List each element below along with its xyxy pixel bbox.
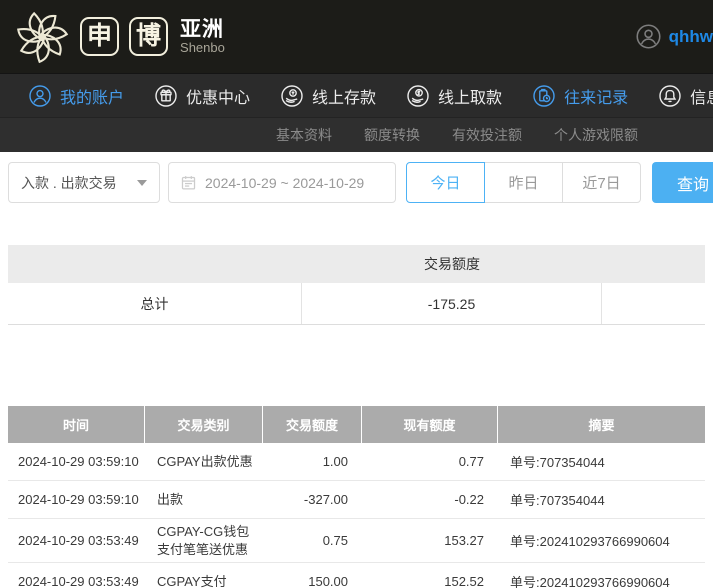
quick-range-today-button[interactable]: 今日: [406, 162, 485, 203]
calendar-icon: [181, 176, 196, 190]
nav-label: 我的账户: [60, 89, 125, 107]
transactions-table: 时间 交易类别 交易额度 现有额度 摘要 2024-10-29 03:59:10…: [8, 406, 705, 588]
tx-type: CGPAY出款优惠: [157, 453, 253, 469]
tx-type: CGPAY支付: [157, 573, 227, 588]
summary-total-label: 总计: [8, 283, 302, 324]
col-header-memo: 摘要: [588, 418, 615, 433]
nav-label: 线上取款: [438, 89, 503, 107]
withdraw-icon: [407, 84, 429, 107]
tx-time: 2024-10-29 03:53:49: [18, 533, 139, 549]
summary-header-amount: 交易额度: [424, 256, 480, 272]
account-subnav: 基本资料 额度转换 有效投注额 个人游戏限额: [0, 117, 713, 152]
nav-label: 信息: [690, 89, 713, 107]
nav-item-online-deposit[interactable]: 线上存款: [280, 84, 376, 108]
tx-amount: -327.00: [303, 492, 348, 507]
transactions-header-row: 时间 交易类别 交易额度 现有额度 摘要: [8, 406, 705, 443]
nav-label: 优惠中心: [186, 89, 251, 107]
transaction-type-select[interactable]: 入款 . 出款交易: [8, 162, 160, 203]
flower-logo-icon: [17, 11, 69, 63]
table-row: 2024-10-29 03:59:10 CGPAY出款优惠 1.00 0.77 …: [8, 443, 705, 481]
tx-memo: 单号:202410293766990604: [510, 575, 670, 588]
tx-type: 出款: [157, 491, 184, 507]
col-header-amount: 交易额度: [263, 406, 362, 443]
subnav-item-personal-game-limit[interactable]: 个人游戏限额: [554, 125, 638, 145]
username: qhhw: [668, 26, 713, 46]
table-row: 2024-10-29 03:59:10 出款 -327.00 -0.22 单号:…: [8, 481, 705, 519]
nav-item-online-withdrawal[interactable]: 线上取款: [406, 84, 502, 108]
records-icon: [533, 84, 555, 107]
nav-label: 线上存款: [312, 89, 377, 107]
tx-amount: 1.00: [322, 454, 348, 469]
summary-empty-cell: [602, 283, 705, 324]
search-button[interactable]: 查询: [652, 162, 713, 203]
table-row: 2024-10-29 03:53:49 CGPAY-CG钱包支付笔笔送优惠 0.…: [8, 519, 705, 564]
site-header: 申 博 亚洲 Shenbo qhhw: [0, 0, 713, 73]
gift-icon: [155, 84, 177, 107]
tx-amount: 0.75: [322, 533, 348, 549]
logo-char-shen: 申: [80, 17, 120, 56]
tx-type: CGPAY-CG钱包支付笔笔送优惠: [157, 524, 250, 557]
main-nav: 我的账户 优惠中心 线上存款 线上取款 往来记录 信: [0, 73, 713, 117]
tx-time: 2024-10-29 03:59:10: [18, 492, 139, 507]
tx-balance: 0.77: [458, 454, 484, 469]
tx-balance: -0.22: [454, 492, 484, 507]
col-header-balance: 现有额度: [362, 406, 498, 443]
summary-total-value: -175.25: [302, 283, 602, 324]
nav-item-transaction-records[interactable]: 往来记录: [532, 84, 628, 108]
user-icon: [29, 84, 51, 107]
chevron-down-icon: [137, 179, 147, 186]
page-root: 申 博 亚洲 Shenbo qhhw 我的账户 优惠中心 线上存款 线上取款 往…: [0, 0, 713, 588]
subnav-item-credit-transfer[interactable]: 额度转换: [364, 125, 420, 145]
tx-time: 2024-10-29 03:59:10: [18, 454, 139, 469]
bell-icon: [659, 84, 681, 107]
filter-bar: 入款 . 出款交易 2024-10-29 ~ 2024-10-29 今日 昨日 …: [8, 162, 713, 203]
nav-item-my-account[interactable]: 我的账户: [28, 84, 124, 108]
subnav-item-valid-bets[interactable]: 有效投注额: [452, 125, 522, 145]
user-avatar-icon: [636, 24, 661, 49]
quick-range-group: 今日 昨日 近7日: [406, 162, 641, 203]
nav-item-promotions[interactable]: 优惠中心: [154, 84, 250, 108]
logo-char-bo: 博: [129, 17, 169, 56]
nav-item-messages[interactable]: 信息: [658, 84, 713, 108]
tx-balance: 152.52: [444, 574, 484, 588]
deposit-icon: [281, 84, 303, 107]
quick-range-last7days-button[interactable]: 近7日: [562, 162, 641, 203]
tx-amount: 150.00: [308, 574, 348, 588]
summary-table-header: 交易额度: [8, 245, 705, 283]
date-range-value: 2024-10-29 ~ 2024-10-29: [205, 174, 365, 191]
tx-balance: 153.27: [444, 533, 484, 549]
tx-time: 2024-10-29 03:53:49: [18, 574, 139, 588]
user-menu[interactable]: qhhw: [635, 23, 713, 50]
tx-memo: 单号:707354044: [510, 493, 605, 508]
col-header-time: 时间: [8, 406, 145, 443]
nav-label: 往来记录: [564, 89, 629, 107]
summary-total-row: 总计 -175.25: [8, 283, 705, 325]
table-row: 2024-10-29 03:53:49 CGPAY支付 150.00 152.5…: [8, 563, 705, 588]
subnav-item-basic-info[interactable]: 基本资料: [276, 125, 332, 145]
logo-subtitle: Shenbo: [180, 39, 225, 55]
quick-range-yesterday-button[interactable]: 昨日: [484, 162, 563, 203]
logo-text: 亚洲 Shenbo: [180, 17, 225, 55]
date-range-input[interactable]: 2024-10-29 ~ 2024-10-29: [168, 162, 396, 203]
tx-memo: 单号:202410293766990604: [510, 534, 670, 550]
site-logo[interactable]: 申 博 亚洲 Shenbo: [14, 9, 225, 65]
tx-memo: 单号:707354044: [510, 455, 605, 470]
col-header-type: 交易类别: [145, 406, 263, 443]
logo-region: 亚洲: [180, 17, 225, 41]
summary-table: 交易额度 总计 -175.25: [8, 245, 705, 325]
transaction-type-value: 入款 . 出款交易: [21, 174, 117, 191]
